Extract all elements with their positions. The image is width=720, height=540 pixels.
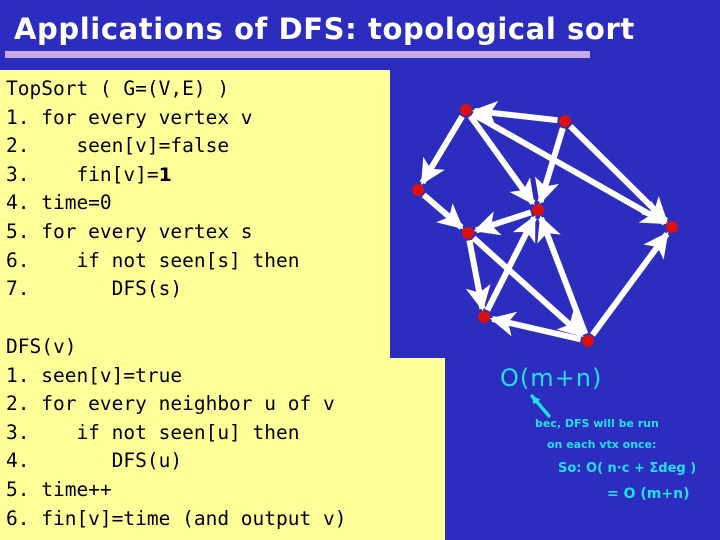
graph-node-center — [532, 204, 544, 216]
topsort-line-6: 6. if not seen[s] then — [6, 248, 300, 272]
graph-edge — [568, 124, 669, 224]
graph-node-right — [666, 221, 678, 233]
dfs-line-4: 4. DFS(u) — [6, 449, 183, 473]
graph-edge — [471, 111, 667, 226]
graph-edge — [471, 235, 584, 338]
annotation-final-result: = O (m+n) — [607, 486, 690, 502]
graph-edge — [467, 114, 536, 206]
topsort-line-2: 2. seen[v]=false — [6, 134, 230, 158]
graph-edge-group — [419, 100, 670, 343]
dfs-line-6: 6. fin[v]=time (and output v) — [6, 506, 347, 530]
annotation-sum-expression: So: O( n·c + Σdeg ) — [558, 461, 697, 476]
graph-node-mid-left — [462, 227, 474, 239]
annotation-reason-line-1: bec, DFS will be run — [535, 417, 659, 430]
dfs-line-1: 1. seen[v]=true — [6, 363, 183, 387]
graph-edge — [473, 209, 532, 236]
page-title: Applications of DFS: topological sort — [14, 12, 635, 46]
topsort-line-5: 5. for every vertex s — [6, 219, 253, 243]
graph-node-top-right — [559, 115, 571, 127]
dfs-pseudocode: DFS(v) 1. seen[v]=true 2. for every neig… — [6, 333, 346, 533]
topsort-pseudocode: TopSort ( G=(V,E) ) 1. for every vertex … — [6, 75, 300, 304]
graph-edge — [465, 239, 491, 312]
slide-canvas: Applications of DFS: topological sort To… — [0, 0, 720, 540]
topsort-header: TopSort ( G=(V,E) ) — [6, 77, 230, 100]
annotation-big-o-complexity: O(m+n) — [500, 364, 603, 392]
topsort-line-7: 7. DFS(s) — [6, 277, 183, 301]
graph-edge — [537, 215, 589, 336]
graph-edge — [484, 215, 537, 312]
topsort-line-1: 1. for every vertex v — [6, 105, 253, 129]
dfs-header: DFS(v) — [6, 335, 77, 358]
graph-node-top-left — [460, 104, 472, 116]
graph-node-left — [412, 184, 424, 196]
topsort-line-3: 3. fin[v]= — [6, 162, 159, 186]
graph-edge — [419, 114, 465, 185]
dfs-line-2: 2. for every neighbor u of v — [6, 392, 335, 416]
title-underline-rule — [5, 51, 590, 58]
graph-edge — [421, 192, 464, 230]
graph-edge — [471, 100, 558, 126]
annotation-arrow-icon — [530, 394, 551, 418]
dfs-line-5: 5. time++ — [6, 477, 112, 501]
graph-edge — [534, 127, 566, 205]
graph-edge — [489, 311, 582, 343]
fin-init-overwrite-value: 1 — [158, 163, 172, 186]
graph-node-bottom-left — [478, 311, 490, 323]
dfs-line-3: 3. if not seen[u] then — [6, 420, 300, 444]
graph-node-group — [412, 104, 678, 347]
topsort-line-4: 4. time=0 — [6, 191, 112, 215]
graph-node-bottom-right — [582, 335, 594, 347]
annotation-reason-line-2: on each vtx once: — [547, 438, 657, 451]
graph-edge — [590, 231, 670, 337]
